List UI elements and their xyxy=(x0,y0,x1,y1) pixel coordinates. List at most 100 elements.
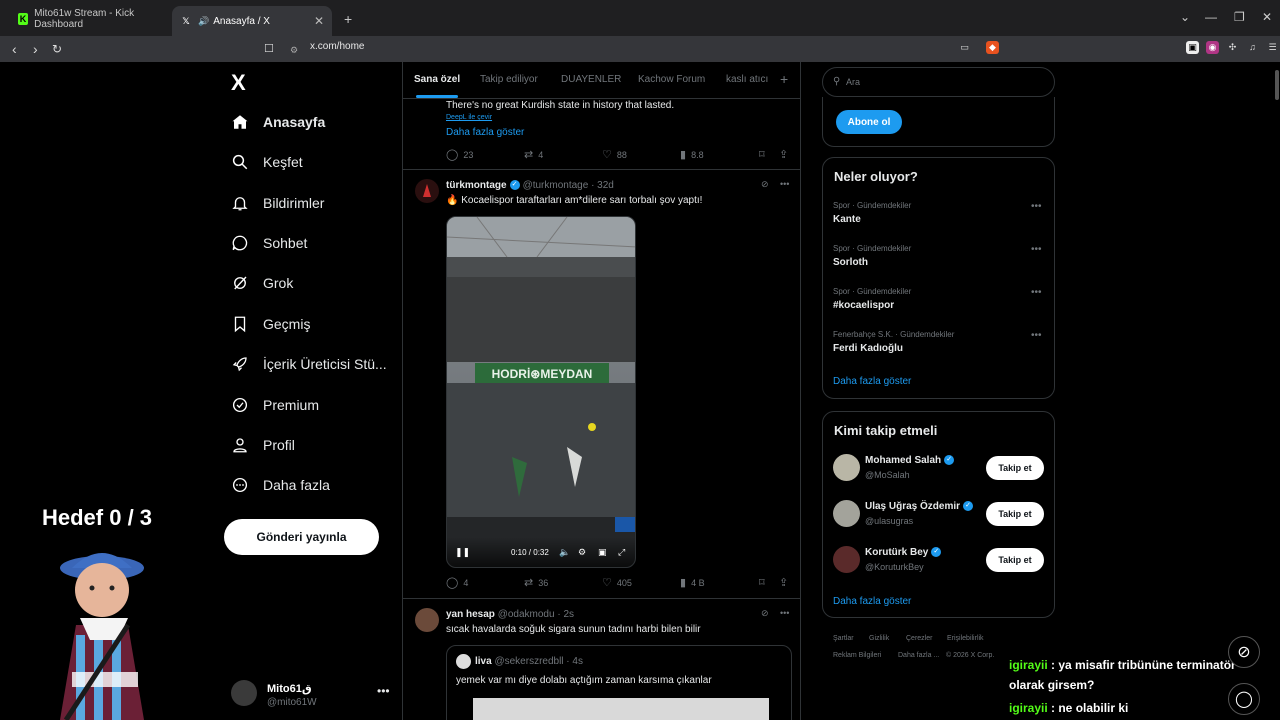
search-input[interactable]: ⚲ Ara xyxy=(822,67,1055,97)
reply-button[interactable]: ◯ 23 xyxy=(446,148,473,161)
site-info-icon[interactable]: ⚙ xyxy=(290,42,298,58)
suggested-user-name[interactable]: Korutürk Bey ✓ xyxy=(865,547,944,558)
share-button[interactable]: ⇪ xyxy=(779,148,793,161)
share-button[interactable]: ⇪ xyxy=(779,576,793,589)
x-logo[interactable]: X xyxy=(231,70,246,96)
tab-kachow-forum[interactable]: Kachow Forum xyxy=(638,74,705,85)
grok-icon[interactable]: ⊘ xyxy=(761,179,769,190)
tab-for-you[interactable]: Sana özel xyxy=(414,74,460,85)
brave-shield-icon[interactable]: ◆ xyxy=(986,41,999,54)
volume-icon[interactable]: 🔈 xyxy=(559,547,570,558)
sidebar-item-bookmarks[interactable]: Geçmiş xyxy=(230,309,310,339)
pause-icon[interactable]: ❚❚ xyxy=(455,547,470,558)
views-button[interactable]: ▮ 8.8 xyxy=(680,148,704,161)
forward-icon[interactable]: › xyxy=(33,41,38,57)
footer-link[interactable]: Reklam Bilgileri xyxy=(833,652,881,659)
more-icon[interactable]: ••• xyxy=(1031,287,1042,298)
avatar[interactable] xyxy=(833,454,860,481)
settings-icon[interactable]: ⚙ xyxy=(578,547,586,558)
more-icon[interactable]: ••• xyxy=(377,684,390,698)
tab-following[interactable]: Takip ediliyor xyxy=(480,74,538,85)
sidebar-item-profile[interactable]: Profil xyxy=(230,430,295,460)
footer-link[interactable]: Erişilebilirlik xyxy=(947,635,984,642)
video-player[interactable]: HODRİ⊛MEYDAN ❚❚ 0:10 / 0:32 🔈 ⚙ ▣ ⤢ xyxy=(446,216,636,568)
quoted-image[interactable] xyxy=(473,698,769,720)
trend-name[interactable]: Kante xyxy=(833,214,861,225)
show-more-link[interactable]: Daha fazla göster xyxy=(446,127,524,138)
new-tab-button[interactable]: + xyxy=(336,7,360,31)
avatar[interactable] xyxy=(833,500,860,527)
restore-icon[interactable]: ❐ xyxy=(1234,10,1245,24)
post-button[interactable]: Gönderi yayınla xyxy=(224,519,379,555)
music-icon[interactable]: ♫ xyxy=(1246,41,1259,54)
views-button[interactable]: ▮ 4 B xyxy=(680,576,705,589)
show-more-link[interactable]: Daha fazla göster xyxy=(833,376,911,387)
bookmark-page-icon[interactable]: ☐ xyxy=(264,41,274,57)
more-icon[interactable]: ••• xyxy=(780,179,789,189)
avatar[interactable] xyxy=(415,608,439,632)
sidebar-item-creator-studio[interactable]: İçerik Üreticisi Stü... xyxy=(230,349,387,379)
tab-kasli-atici[interactable]: kaslı atıcı xyxy=(726,74,768,85)
follow-button[interactable]: Takip et xyxy=(986,456,1044,480)
cast-icon[interactable]: ▭ xyxy=(958,41,971,54)
more-icon[interactable]: ••• xyxy=(780,608,789,618)
grok-icon[interactable]: ⊘ xyxy=(761,608,769,619)
quoted-post[interactable]: liva @sekerszredbll · 4s yemek var mı di… xyxy=(446,645,792,720)
sidebar-item-premium[interactable]: Premium xyxy=(230,390,319,420)
grok-floating-button[interactable]: ⊘ xyxy=(1228,636,1260,668)
avatar[interactable] xyxy=(833,546,860,573)
follow-button[interactable]: Takip et xyxy=(986,548,1044,572)
suggested-user-name[interactable]: Mohamed Salah ✓ xyxy=(865,455,957,466)
more-icon[interactable]: ••• xyxy=(1031,330,1042,341)
extension-icon[interactable]: ◉ xyxy=(1206,41,1219,54)
bookmark-button[interactable]: ⌑ xyxy=(759,576,770,589)
reload-icon[interactable]: ↻ xyxy=(52,41,62,57)
trend-name[interactable]: #kocaelispor xyxy=(833,300,894,311)
sidebar-item-grok[interactable]: Grok xyxy=(230,268,293,298)
sidebar-item-home[interactable]: Anasayfa xyxy=(230,107,325,137)
close-window-icon[interactable]: ✕ xyxy=(1262,10,1272,24)
url-field[interactable]: x.com/home xyxy=(310,41,364,52)
avatar[interactable] xyxy=(415,179,439,203)
footer-link[interactable]: Çerezler xyxy=(906,635,932,642)
subscribe-button[interactable]: Abone ol xyxy=(836,110,902,134)
repost-button[interactable]: ⇄ 4 xyxy=(524,148,543,161)
more-icon[interactable]: ••• xyxy=(1031,201,1042,212)
messages-floating-button[interactable]: ◯ xyxy=(1228,683,1260,715)
reply-button[interactable]: ◯ 4 xyxy=(446,576,468,589)
show-more-link[interactable]: Daha fazla göster xyxy=(833,596,911,607)
like-button[interactable]: ♡ 88 xyxy=(602,148,627,161)
bookmark-button[interactable]: ⌑ xyxy=(759,148,770,161)
more-icon[interactable]: ••• xyxy=(1031,244,1042,255)
account-switcher[interactable]: Mito61ق @mito61W ••• xyxy=(231,680,391,712)
puzzle-icon[interactable]: ✣ xyxy=(1226,41,1239,54)
follow-button[interactable]: Takip et xyxy=(986,502,1044,526)
tab-kick-dashboard[interactable]: K Mito61w Stream - Kick Dashboard xyxy=(10,7,170,31)
post-author[interactable]: türkmontage ✓ @turkmontage · 32d xyxy=(446,180,614,191)
picture-in-picture-icon[interactable]: ▣ xyxy=(598,547,607,558)
sidebar-item-more[interactable]: Daha fazla xyxy=(230,470,330,500)
tab-list-icon[interactable]: ⌄ xyxy=(1180,10,1190,24)
post-author[interactable]: yan hesap @odakmodu · 2s xyxy=(446,609,574,620)
footer-link[interactable]: Gizlilik xyxy=(869,635,889,642)
trend-name[interactable]: Sorloth xyxy=(833,257,868,268)
sidebar-item-chat[interactable]: Sohbet xyxy=(230,228,307,258)
footer-link[interactable]: Şartlar xyxy=(833,635,854,642)
translate-link[interactable]: DeepL ile çevir xyxy=(446,114,492,121)
tab-x-home[interactable]: 𝕏 🔊 Anasayfa / X ✕ xyxy=(172,6,332,36)
minimize-icon[interactable]: — xyxy=(1205,10,1217,24)
extension-icon[interactable]: ▣ xyxy=(1186,41,1199,54)
suggested-user-name[interactable]: Ulaş Uğraş Özdemir ✓ xyxy=(865,501,976,512)
fullscreen-icon[interactable]: ⤢ xyxy=(618,547,625,558)
add-tab-icon[interactable]: + xyxy=(780,71,788,87)
tab-duayenler[interactable]: DUAYENLER xyxy=(561,74,621,85)
repost-button[interactable]: ⇄ 36 xyxy=(524,576,548,589)
sidebar-item-notifications[interactable]: Bildirimler xyxy=(230,188,324,218)
sidebar-item-explore[interactable]: Keşfet xyxy=(230,147,303,177)
close-tab-icon[interactable]: ✕ xyxy=(314,14,324,28)
footer-link[interactable]: Daha fazla ... xyxy=(898,652,939,659)
trend-name[interactable]: Ferdi Kadıoğlu xyxy=(833,343,903,354)
like-button[interactable]: ♡ 405 xyxy=(602,576,632,589)
back-icon[interactable]: ‹ xyxy=(12,41,17,57)
menu-icon[interactable]: ☰ xyxy=(1266,41,1279,54)
